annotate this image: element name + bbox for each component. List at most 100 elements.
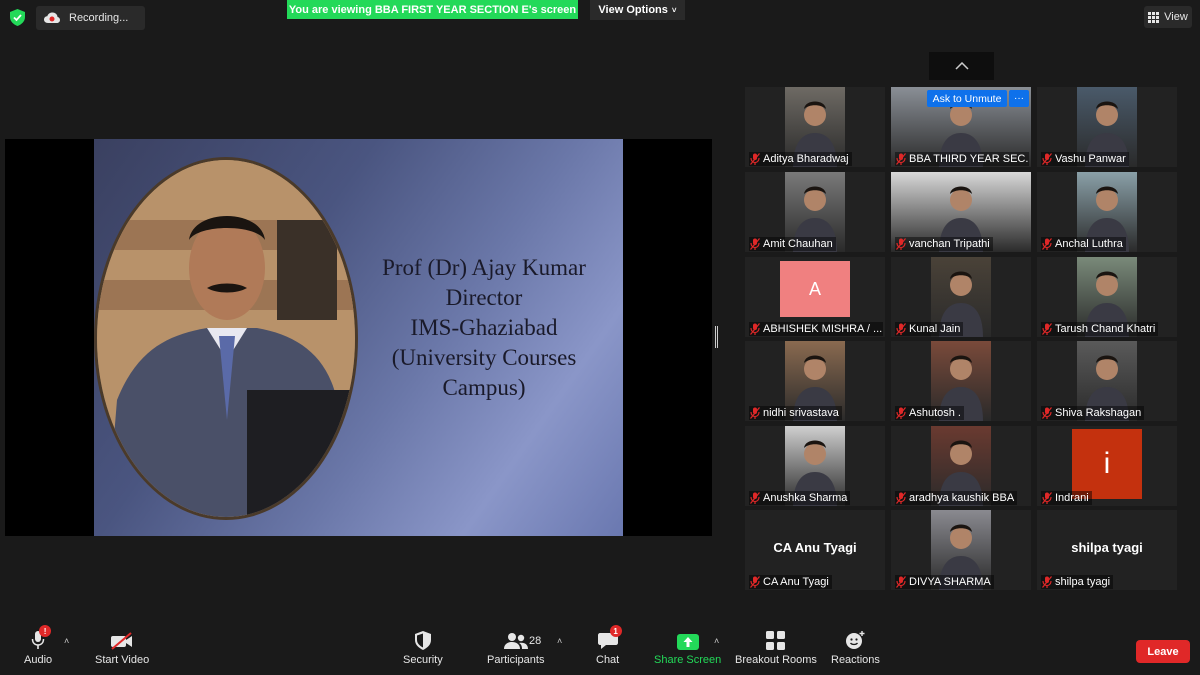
participant-tile[interactable]: Ashutosh . — [891, 341, 1031, 421]
share-screen-label: Share Screen — [654, 654, 722, 666]
chevron-up-icon — [954, 62, 969, 70]
participant-name: Anushka Sharma — [763, 492, 848, 504]
participant-tile[interactable]: Anushka Sharma — [745, 426, 885, 506]
mic-muted-icon — [1042, 323, 1052, 335]
breakout-rooms-button[interactable]: Breakout Rooms — [735, 628, 817, 666]
recording-label: Recording... — [69, 12, 129, 24]
audio-button[interactable]: ! Audio — [24, 625, 53, 666]
participant-name-tag: Shiva Rakshagan — [1041, 406, 1145, 420]
mic-muted-icon — [750, 153, 760, 165]
reactions-label: Reactions — [831, 654, 880, 666]
participants-count: 28 — [529, 635, 542, 647]
participant-name-tag: Aditya Bharadwaj — [749, 152, 852, 166]
participant-name-tag: DIVYA SHARMA — [895, 575, 994, 589]
cloud-recording-icon — [44, 12, 60, 23]
share-screen-button[interactable]: Share Screen — [654, 628, 721, 666]
participant-name-tag: Vashu Panwar — [1041, 152, 1129, 166]
mic-muted-icon — [1042, 407, 1052, 419]
reactions-button[interactable]: Reactions — [831, 628, 880, 666]
chat-label: Chat — [596, 654, 620, 666]
participants-button[interactable]: Participants — [487, 628, 544, 666]
leave-button[interactable]: Leave — [1136, 640, 1190, 663]
share-screen-icon — [676, 634, 699, 650]
participant-display-name: CA Anu Tyagi — [773, 540, 857, 555]
participant-tile[interactable]: Vashu Panwar — [1037, 87, 1177, 167]
mic-muted-icon — [896, 407, 906, 419]
participant-name-tag: CA Anu Tyagi — [749, 575, 832, 589]
participant-name: Indrani — [1055, 492, 1089, 504]
participant-tile[interactable]: DIVYA SHARMA — [891, 510, 1031, 590]
chevron-down-icon: ˅ — [671, 5, 677, 15]
security-shield-icon — [414, 631, 431, 650]
participant-tile[interactable]: A ABHISHEK MISHRA / ... — [745, 257, 885, 337]
participant-tile[interactable]: aradhya kaushik BBA — [891, 426, 1031, 506]
mic-muted-icon — [896, 576, 906, 588]
view-label: View — [1164, 11, 1188, 23]
participant-name: Aditya Bharadwaj — [763, 153, 849, 165]
chat-button[interactable]: 1 Chat — [596, 625, 622, 666]
participant-name-tag: Indrani — [1041, 491, 1092, 505]
view-button[interactable]: View — [1144, 6, 1192, 28]
leave-label: Leave — [1147, 645, 1179, 658]
participant-name: Vashu Panwar — [1055, 153, 1126, 165]
portrait-illustration — [97, 160, 355, 517]
view-options-button[interactable]: View Options ˅ — [590, 0, 685, 20]
breakout-rooms-label: Breakout Rooms — [735, 654, 817, 666]
participant-tile[interactable]: Tarush Chand Khatri — [1037, 257, 1177, 337]
audio-label: Audio — [24, 654, 53, 666]
participant-name-tag: aradhya kaushik BBA — [895, 491, 1018, 505]
participant-avatar: i — [1072, 429, 1142, 499]
viewing-screen-banner: You are viewing BBA FIRST YEAR SECTION E… — [287, 0, 578, 19]
slide-caption: Prof (Dr) Ajay Kumar Director IMS-Ghazia… — [364, 253, 604, 403]
start-video-button[interactable]: Start Video — [95, 628, 149, 666]
participant-tile[interactable]: Aditya Bharadwaj — [745, 87, 885, 167]
participant-name-tag: Tarush Chand Khatri — [1041, 322, 1159, 336]
participant-name: aradhya kaushik BBA — [909, 492, 1015, 504]
participant-tile[interactable]: shilpa tyagi shilpa tyagi — [1037, 510, 1177, 590]
mic-muted-icon — [1042, 492, 1052, 504]
participant-tile[interactable]: CA Anu Tyagi CA Anu Tyagi — [745, 510, 885, 590]
presenter-portrait — [94, 157, 358, 520]
slide-line: (University Courses — [391, 345, 577, 370]
panel-splitter-handle[interactable] — [715, 326, 718, 348]
gallery-page-up-button[interactable] — [929, 52, 994, 80]
encryption-shield-icon[interactable] — [10, 9, 25, 26]
participant-tile[interactable]: vanchan Tripathi — [891, 172, 1031, 252]
participant-name-tag: Amit Chauhan — [749, 237, 836, 251]
participant-tile[interactable]: nidhi srivastava — [745, 341, 885, 421]
participants-icon — [503, 633, 528, 649]
participant-tile[interactable]: Kunal Jain — [891, 257, 1031, 337]
participant-name: Tarush Chand Khatri — [1055, 323, 1156, 335]
participant-tile[interactable]: i Indrani — [1037, 426, 1177, 506]
banner-text: You are viewing BBA FIRST YEAR SECTION E… — [288, 3, 577, 16]
slide-line: Prof (Dr) Ajay Kumar — [382, 255, 586, 280]
share-options-caret-icon[interactable]: ˄ — [714, 636, 719, 646]
reactions-smiley-icon — [846, 631, 865, 649]
participants-options-caret-icon[interactable]: ˄ — [557, 636, 562, 646]
breakout-rooms-icon — [766, 631, 786, 650]
participant-name: Ashutosh . — [909, 407, 961, 419]
participant-tile[interactable]: Amit Chauhan — [745, 172, 885, 252]
mic-muted-icon — [1042, 153, 1052, 165]
security-button[interactable]: Security — [403, 628, 443, 666]
participant-tile[interactable]: Anchal Luthra — [1037, 172, 1177, 252]
participant-tile[interactable]: Shiva Rakshagan — [1037, 341, 1177, 421]
more-options-button[interactable]: ··· — [1009, 90, 1029, 107]
participant-name: Anchal Luthra — [1055, 238, 1123, 250]
mic-muted-icon — [896, 323, 906, 335]
mic-muted-icon — [1042, 238, 1052, 250]
participants-label: Participants — [487, 654, 545, 666]
participant-name: Kunal Jain — [909, 323, 961, 335]
grid-view-icon — [1148, 11, 1160, 23]
participant-name: DIVYA SHARMA — [909, 576, 991, 588]
view-options-label: View Options — [598, 4, 668, 16]
slide-line: Campus) — [442, 375, 526, 400]
mic-muted-icon — [1042, 576, 1052, 588]
recording-indicator[interactable]: Recording... — [36, 6, 145, 30]
participant-tile[interactable]: Ask to Unmute ··· BBA THIRD YEAR SEC... — [891, 87, 1031, 167]
participant-display-name: shilpa tyagi — [1071, 540, 1143, 555]
shared-screen[interactable]: Prof (Dr) Ajay Kumar Director IMS-Ghazia… — [5, 139, 712, 536]
mic-muted-icon — [750, 407, 760, 419]
audio-options-caret-icon[interactable]: ˄ — [64, 636, 69, 646]
ask-to-unmute-button[interactable]: Ask to Unmute — [927, 90, 1007, 107]
